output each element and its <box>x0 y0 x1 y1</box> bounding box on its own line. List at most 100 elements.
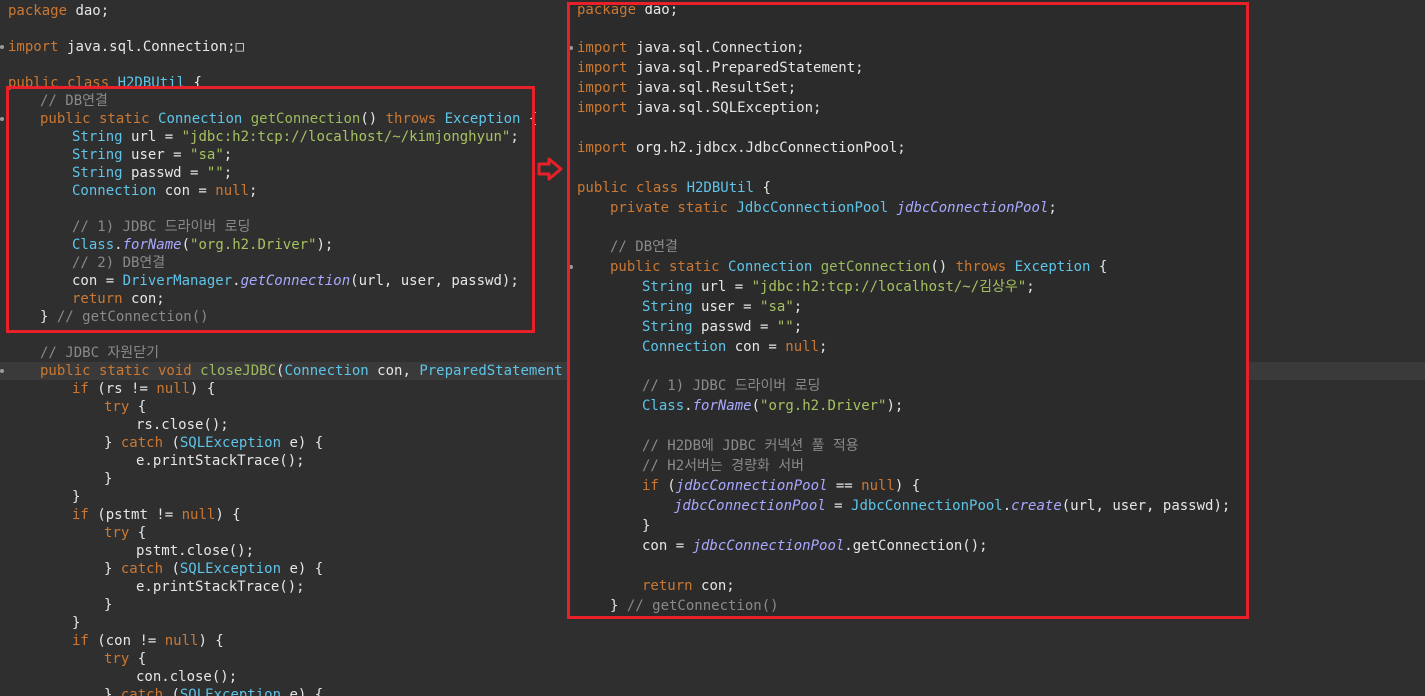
code-line[interactable]: if (con != null) { <box>0 632 1425 650</box>
code-line[interactable]: // 1) JDBC 드라이버 로딩 <box>569 376 1248 396</box>
code-line[interactable]: Class.forName("org.h2.Driver"); <box>569 396 1248 416</box>
code-token: () <box>930 259 956 275</box>
code-token: .getConnection(); <box>844 538 988 554</box>
code-token: . <box>684 398 693 414</box>
code-line[interactable]: import java.sql.ResultSet; <box>569 78 1248 98</box>
code-token: JdbcConnectionPool <box>736 200 897 216</box>
fold-marker-method[interactable] <box>569 265 573 269</box>
code-line[interactable]: public static Connection getConnection()… <box>569 257 1248 277</box>
code-line[interactable]: import java.sql.Connection; <box>569 38 1248 58</box>
code-line[interactable]: // H2DB에 JDBC 커넥션 풀 적용 <box>569 436 1248 456</box>
code-line[interactable]: import java.sql.PreparedStatement; <box>569 58 1248 78</box>
code-token: ( <box>181 237 191 253</box>
code-line[interactable]: import org.h2.jdbcx.JdbcConnectionPool; <box>569 138 1248 158</box>
code-line[interactable]: public class H2DBUtil { <box>569 178 1248 198</box>
code-token: jdbcConnectionPool <box>675 478 828 494</box>
fold-marker-method[interactable] <box>0 117 4 121</box>
code-line[interactable]: import java.sql.SQLException; <box>569 98 1248 118</box>
code-line[interactable]: String user = "sa"; <box>569 297 1248 317</box>
code-token: { <box>520 111 538 127</box>
code-line[interactable]: // H2서버는 경량화 서버 <box>569 456 1248 476</box>
code-token: // 2) DB연결 <box>72 255 166 271</box>
code-token: "org.h2.Driver" <box>190 237 317 253</box>
code-token: String <box>642 299 702 315</box>
fold-marker-import[interactable] <box>569 46 573 50</box>
code-line[interactable]: return con; <box>569 576 1248 596</box>
code-token: () <box>360 111 386 127</box>
code-token: pstmt.close(); <box>136 543 255 559</box>
code-token: SQLException <box>179 435 290 451</box>
editor-right-pane[interactable]: package dao; import java.sql.Connection; i… <box>569 0 1248 618</box>
code-line[interactable]: // DB연결 <box>569 237 1248 257</box>
code-token: null <box>215 183 250 199</box>
code-token: import <box>577 40 637 56</box>
code-token: rs.close(); <box>136 417 229 433</box>
code-token: forName <box>122 237 182 253</box>
code-token: = <box>825 498 852 514</box>
code-token: ) { <box>894 478 921 494</box>
code-token: { <box>754 180 771 196</box>
code-token: // H2DB에 JDBC 커넥션 풀 적용 <box>642 438 859 454</box>
code-line[interactable]: package dao; <box>569 0 1248 20</box>
code-token: } <box>104 471 113 487</box>
code-token: (url, user, passwd); <box>1061 498 1231 514</box>
code-token: { <box>137 651 147 667</box>
code-token: } <box>642 518 651 534</box>
code-line[interactable]: private static JdbcConnectionPool jdbcCo… <box>569 198 1248 218</box>
code-token: null <box>181 507 216 523</box>
code-line[interactable]: } <box>569 516 1248 536</box>
code-token: // DB연결 <box>40 93 108 109</box>
code-token: public static <box>610 259 729 275</box>
code-token: { <box>137 525 147 541</box>
code-token: java.sql.PreparedStatement; <box>636 60 864 76</box>
code-token: Connection <box>642 339 735 355</box>
code-token: null <box>156 381 191 397</box>
code-token: Class <box>642 398 685 414</box>
code-token: } <box>72 615 81 631</box>
code-token: String <box>72 129 132 145</box>
fold-marker-import[interactable] <box>0 45 4 49</box>
code-line[interactable]: con = jdbcConnectionPool.getConnection()… <box>569 536 1248 556</box>
fold-marker-closejdbc[interactable] <box>0 369 4 373</box>
code-token: "jdbc:h2:tcp://localhost/~/김상우" <box>751 279 1027 295</box>
horizontal-scroll-track[interactable] <box>1310 362 1425 380</box>
code-token: user = <box>131 147 191 163</box>
code-token: } <box>610 598 627 614</box>
code-token: con; <box>131 291 165 307</box>
code-line[interactable]: jdbcConnectionPool = JdbcConnectionPool.… <box>569 496 1248 516</box>
code-token: ; <box>793 299 803 315</box>
code-token: dao; <box>75 3 110 19</box>
code-token: getConnection <box>820 259 931 275</box>
code-token: (con != <box>97 633 165 649</box>
code-token: try <box>104 651 138 667</box>
code-line[interactable]: if (jdbcConnectionPool == null) { <box>569 476 1248 496</box>
code-token: } <box>72 489 81 505</box>
code-token: Exception <box>444 111 521 127</box>
code-token: org.h2.jdbcx.JdbcConnectionPool; <box>636 140 906 156</box>
code-token: SQLException <box>179 561 290 577</box>
code-token: "org.h2.Driver" <box>760 398 887 414</box>
code-token: public static <box>40 111 159 127</box>
code-token: closeJDBC <box>200 363 277 379</box>
code-token: con = <box>164 183 216 199</box>
code-line[interactable]: con.close(); <box>0 668 1425 686</box>
code-line[interactable]: } catch (SQLException e) { <box>0 686 1425 696</box>
code-line[interactable]: Connection con = null; <box>569 337 1248 357</box>
code-token: String <box>642 319 702 335</box>
code-token: } <box>104 435 121 451</box>
code-token: String <box>72 147 132 163</box>
code-token: url = <box>131 129 182 145</box>
code-token: == <box>827 478 862 494</box>
code-token: PreparedStatement <box>419 363 572 379</box>
code-line[interactable]: String passwd = ""; <box>569 317 1248 337</box>
code-token: import <box>577 140 637 156</box>
code-line[interactable]: } // getConnection() <box>569 596 1248 616</box>
code-token: ); <box>886 398 904 414</box>
code-line[interactable]: try { <box>0 650 1425 668</box>
code-token: url = <box>701 279 752 295</box>
code-token: import <box>577 60 637 76</box>
code-token: import <box>577 80 637 96</box>
code-line[interactable]: String url = "jdbc:h2:tcp://localhost/~/… <box>569 277 1248 297</box>
code-token: jdbcConnectionPool <box>674 498 826 514</box>
code-token: e.printStackTrace(); <box>136 453 305 469</box>
